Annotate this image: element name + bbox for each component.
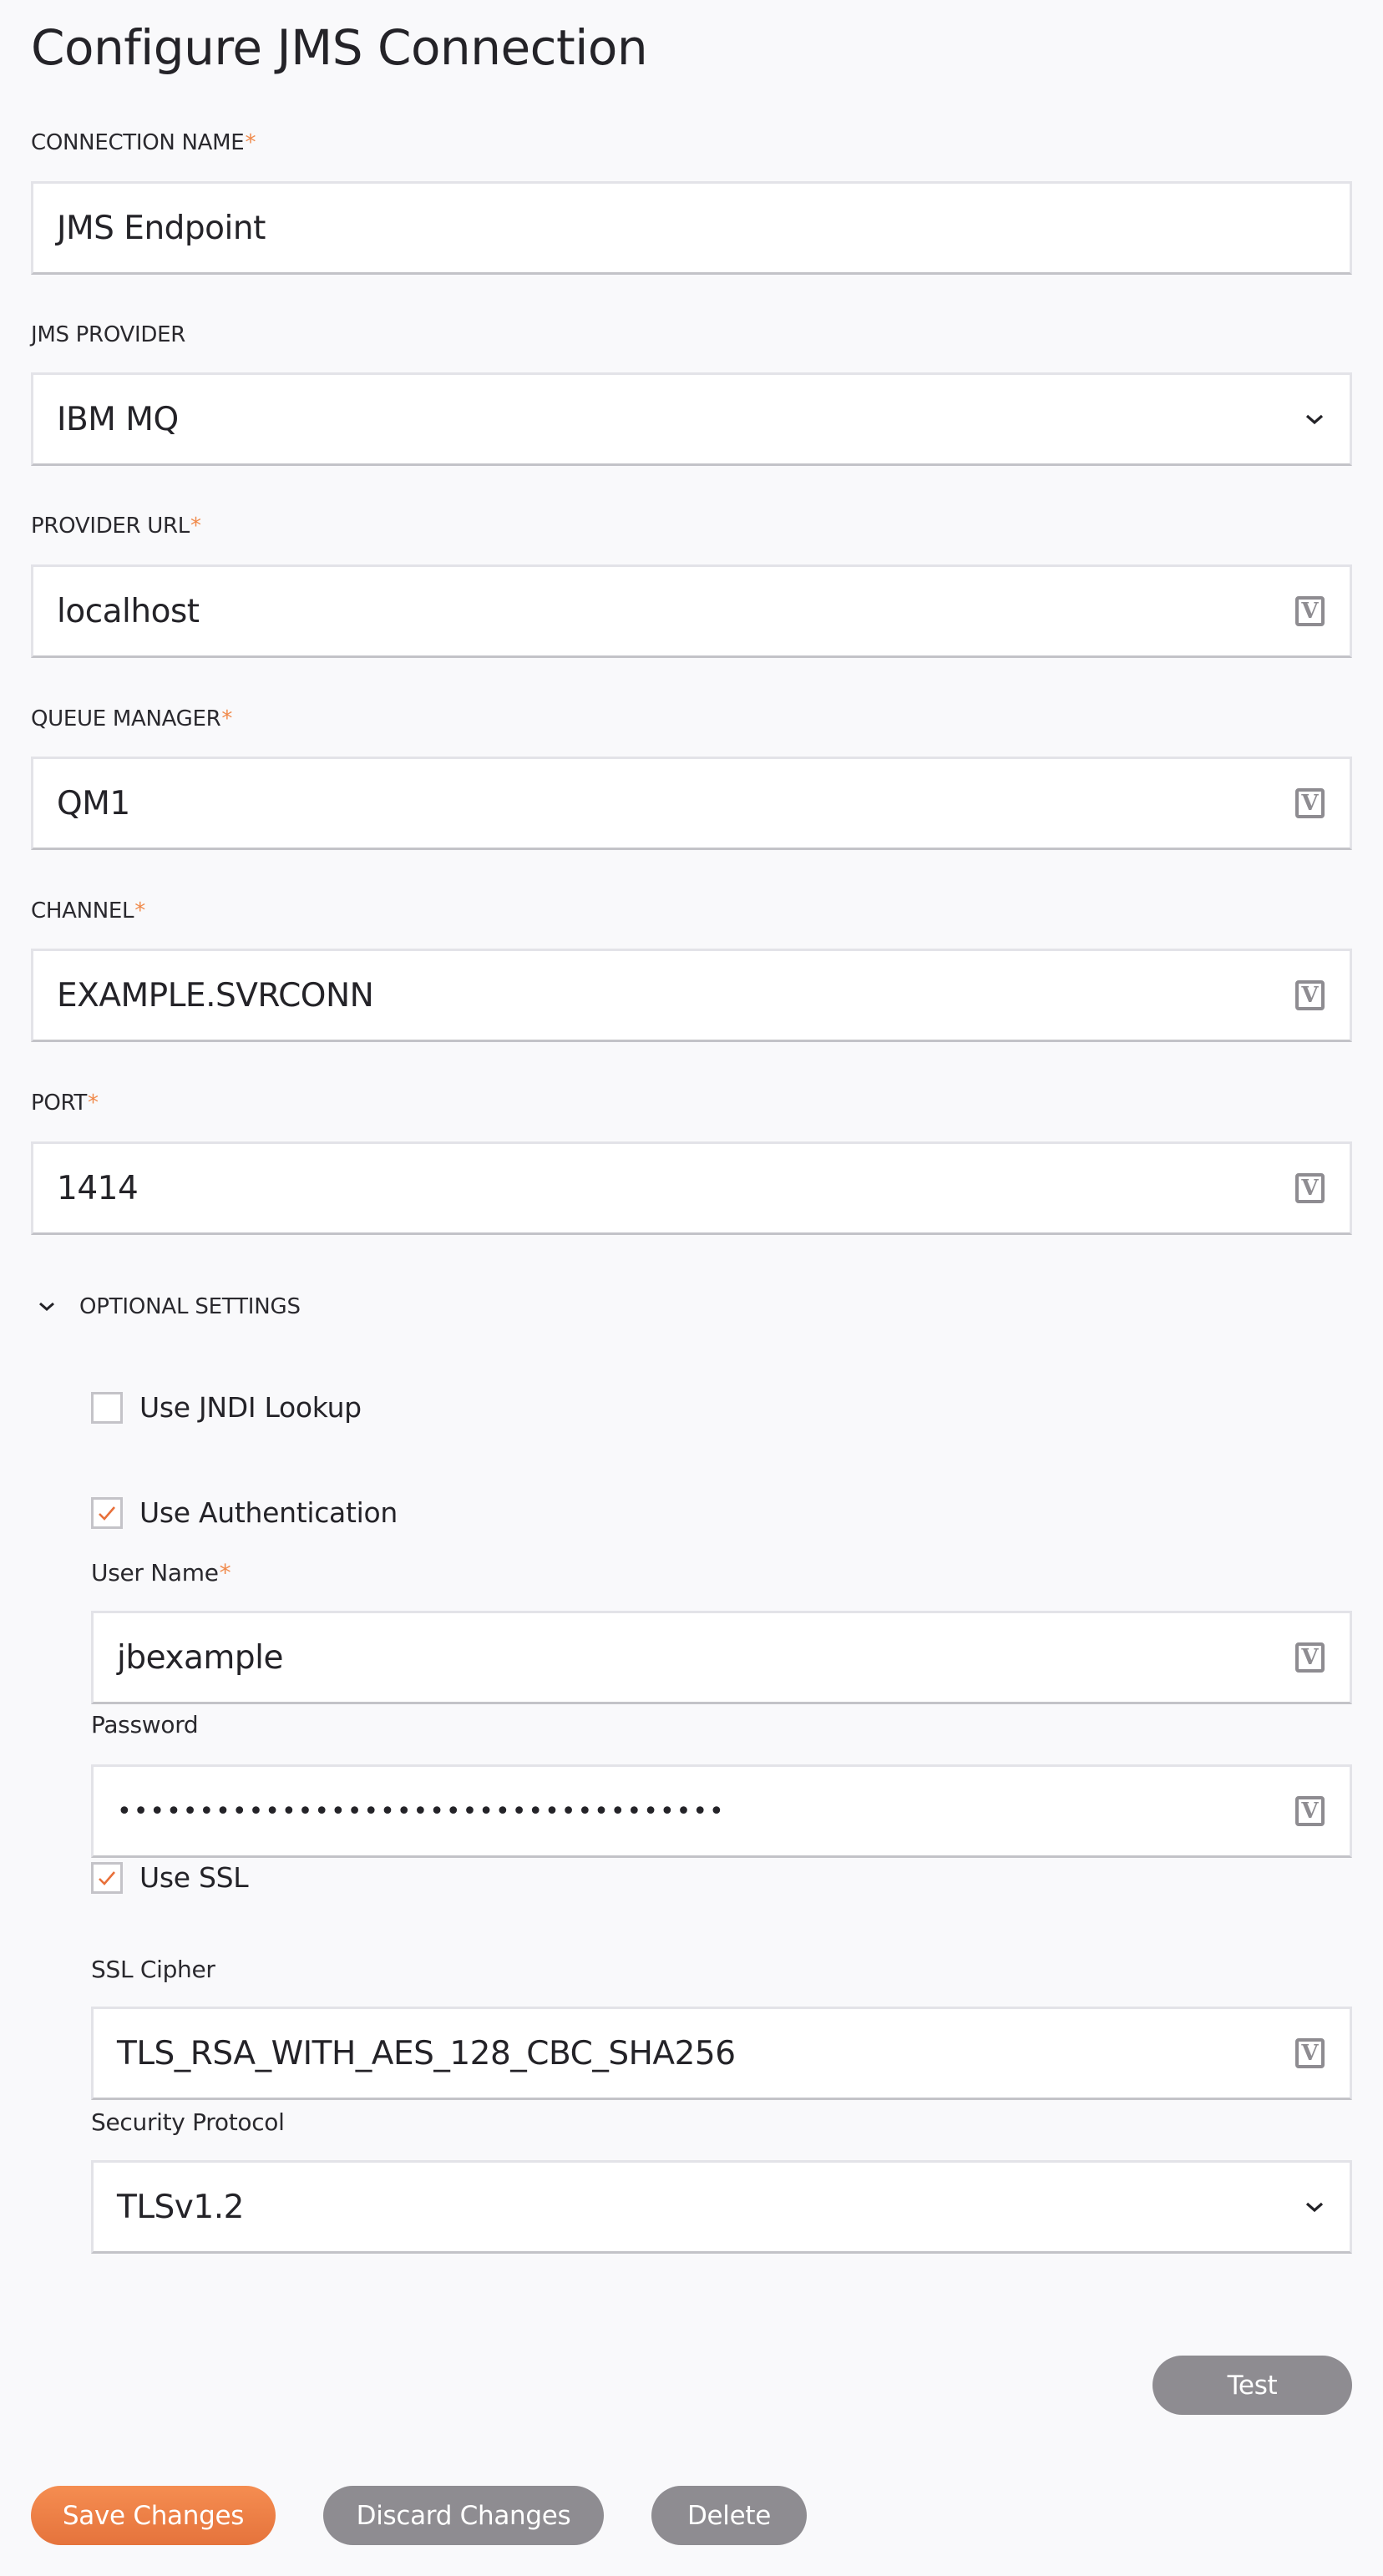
connection-name-input[interactable]: JMS Endpoint	[31, 181, 1352, 275]
optional-settings-toggle[interactable]: OPTIONAL SETTINGS	[37, 1290, 301, 1323]
port-label-text: PORT	[31, 1091, 87, 1116]
chevron-down-icon	[37, 1297, 57, 1317]
security-protocol-select[interactable]: TLSv1.2	[91, 2160, 1352, 2254]
chevron-down-icon[interactable]	[1304, 409, 1325, 429]
variable-icon[interactable]: V	[1295, 596, 1325, 626]
delete-button[interactable]: Delete	[651, 2486, 807, 2545]
ssl-cipher-value: TLS_RSA_WITH_AES_128_CBC_SHA256	[117, 2034, 736, 2072]
user-name-input[interactable]: jbexample V	[91, 1611, 1352, 1704]
use-ssl-row[interactable]: Use SSL	[91, 1861, 249, 1894]
variable-icon[interactable]: V	[1295, 1642, 1325, 1673]
queue-manager-label: QUEUE MANAGER*	[31, 706, 232, 731]
channel-label: CHANNEL*	[31, 898, 145, 924]
user-name-value: jbexample	[117, 1638, 283, 1677]
connection-name-label-text: CONNECTION NAME	[31, 130, 245, 155]
provider-url-input[interactable]: localhost V	[31, 564, 1352, 658]
use-jndi-lookup-checkbox[interactable]	[91, 1391, 123, 1424]
discard-changes-button[interactable]: Discard Changes	[323, 2486, 604, 2545]
channel-input[interactable]: EXAMPLE.SVRCONN V	[31, 949, 1352, 1042]
page-title: Configure JMS Connection	[31, 19, 648, 76]
password-value: •••••••••••••••••••••••••••••••••••••	[117, 1796, 726, 1826]
queue-manager-input[interactable]: QM1 V	[31, 757, 1352, 850]
security-protocol-value: TLSv1.2	[117, 2188, 244, 2226]
password-label: Password	[91, 1711, 199, 1738]
use-ssl-label: Use SSL	[139, 1861, 249, 1894]
variable-icon[interactable]: V	[1295, 1796, 1325, 1826]
checkmark-icon	[99, 1506, 115, 1521]
connection-name-value: JMS Endpoint	[57, 209, 266, 247]
jms-provider-label: JMS PROVIDER	[31, 322, 185, 347]
port-input[interactable]: 1414 V	[31, 1141, 1352, 1235]
use-authentication-checkbox[interactable]	[91, 1496, 123, 1529]
user-name-label: User Name*	[91, 1559, 231, 1587]
provider-url-label: PROVIDER URL*	[31, 514, 201, 539]
password-input[interactable]: ••••••••••••••••••••••••••••••••••••• V	[91, 1764, 1352, 1858]
use-jndi-lookup-label: Use JNDI Lookup	[139, 1391, 362, 1424]
security-protocol-label: Security Protocol	[91, 2108, 285, 2136]
required-asterisk: *	[88, 1091, 99, 1116]
queue-manager-label-text: QUEUE MANAGER	[31, 706, 221, 731]
connection-name-label: CONNECTION NAME*	[31, 130, 256, 155]
channel-label-text: CHANNEL	[31, 898, 134, 924]
variable-icon[interactable]: V	[1295, 1173, 1325, 1203]
use-authentication-label: Use Authentication	[139, 1496, 398, 1529]
required-asterisk: *	[221, 706, 233, 731]
variable-icon[interactable]: V	[1295, 788, 1325, 818]
required-asterisk: *	[190, 514, 201, 539]
checkmark-icon	[99, 1870, 115, 1885]
chevron-down-icon[interactable]	[1304, 2197, 1325, 2217]
required-asterisk: *	[219, 1559, 231, 1587]
provider-url-value: localhost	[57, 592, 200, 630]
ssl-cipher-input[interactable]: TLS_RSA_WITH_AES_128_CBC_SHA256 V	[91, 2007, 1352, 2100]
required-asterisk: *	[245, 130, 256, 155]
user-name-label-text: User Name	[91, 1559, 219, 1587]
port-label: PORT*	[31, 1091, 99, 1116]
channel-value: EXAMPLE.SVRCONN	[57, 976, 374, 1015]
queue-manager-value: QM1	[57, 784, 130, 822]
use-jndi-lookup-row[interactable]: Use JNDI Lookup	[91, 1391, 362, 1424]
save-changes-button[interactable]: Save Changes	[31, 2486, 276, 2545]
provider-url-label-text: PROVIDER URL	[31, 514, 190, 539]
optional-settings-label: OPTIONAL SETTINGS	[79, 1294, 301, 1319]
variable-icon[interactable]: V	[1295, 980, 1325, 1010]
port-value: 1414	[57, 1169, 139, 1207]
use-authentication-row[interactable]: Use Authentication	[91, 1496, 398, 1529]
jms-provider-value: IBM MQ	[57, 400, 179, 438]
jms-provider-select[interactable]: IBM MQ	[31, 372, 1352, 466]
ssl-cipher-label: SSL Cipher	[91, 1956, 215, 1983]
test-button[interactable]: Test	[1152, 2356, 1352, 2415]
required-asterisk: *	[134, 898, 145, 924]
use-ssl-checkbox[interactable]	[91, 1861, 123, 1894]
jms-provider-label-text: JMS PROVIDER	[31, 322, 185, 347]
variable-icon[interactable]: V	[1295, 2038, 1325, 2068]
